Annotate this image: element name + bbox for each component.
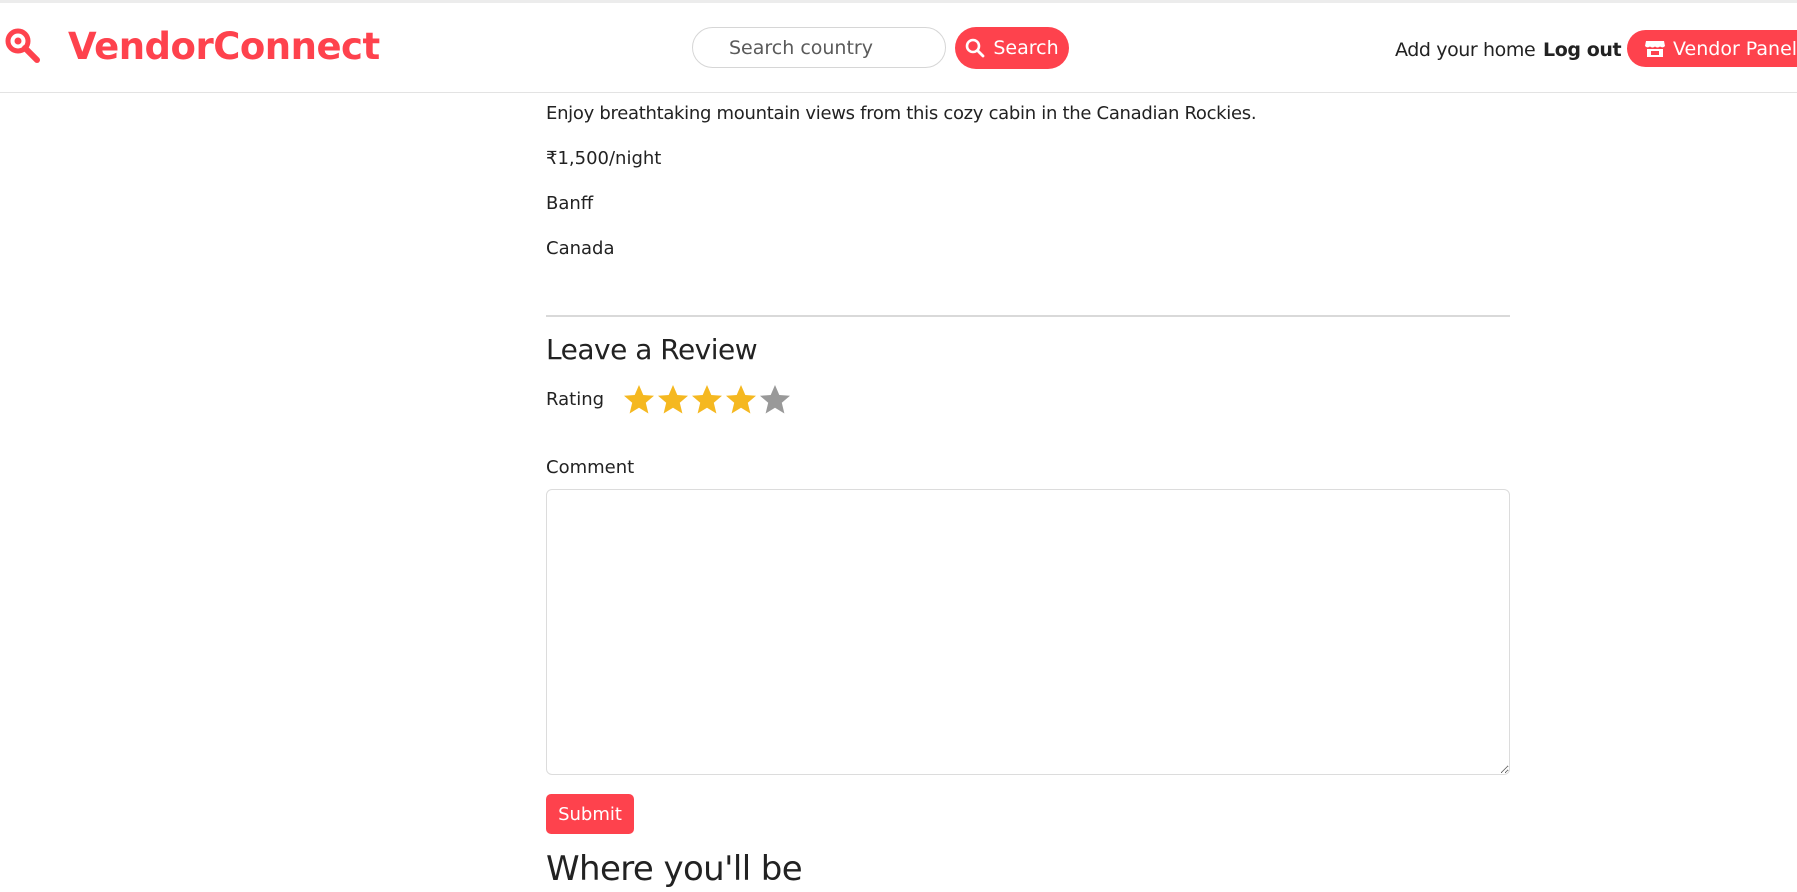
review-heading: Leave a Review bbox=[546, 333, 758, 366]
star-3-icon[interactable] bbox=[690, 383, 724, 417]
listing-country: Canada bbox=[546, 238, 615, 259]
star-2-icon[interactable] bbox=[656, 383, 690, 417]
vendor-panel-label: Vendor Panel bbox=[1673, 37, 1797, 60]
rating-label: Rating bbox=[546, 389, 605, 410]
star-rating bbox=[622, 383, 792, 417]
brand-link[interactable]: VendorConnect bbox=[4, 25, 380, 68]
listing-description: Enjoy breathtaking mountain views from t… bbox=[546, 103, 1257, 124]
logout-link[interactable]: Log out bbox=[1543, 39, 1622, 61]
add-your-home-link[interactable]: Add your home bbox=[1395, 39, 1536, 61]
search-input[interactable] bbox=[692, 27, 946, 68]
navbar: VendorConnect Search Add your home Log o… bbox=[0, 3, 1797, 93]
star-5-icon[interactable] bbox=[758, 383, 792, 417]
search-button[interactable]: Search bbox=[955, 27, 1069, 69]
comment-textarea[interactable] bbox=[546, 489, 1510, 775]
star-1-icon[interactable] bbox=[622, 383, 656, 417]
store-icon bbox=[1645, 40, 1665, 57]
listing-city: Banff bbox=[546, 193, 594, 214]
divider bbox=[546, 315, 1510, 317]
comment-label: Comment bbox=[546, 457, 635, 478]
where-youll-be-heading: Where you'll be bbox=[546, 849, 803, 889]
search-button-label: Search bbox=[993, 37, 1059, 59]
search-icon bbox=[966, 38, 985, 58]
map-pin-search-icon bbox=[5, 28, 40, 63]
star-4-icon[interactable] bbox=[724, 383, 758, 417]
vendor-panel-button[interactable]: Vendor Panel bbox=[1627, 30, 1797, 67]
brand-name: VendorConnect bbox=[68, 25, 380, 68]
submit-button[interactable]: Submit bbox=[546, 794, 634, 834]
listing-price: ₹1,500/night bbox=[546, 148, 662, 169]
